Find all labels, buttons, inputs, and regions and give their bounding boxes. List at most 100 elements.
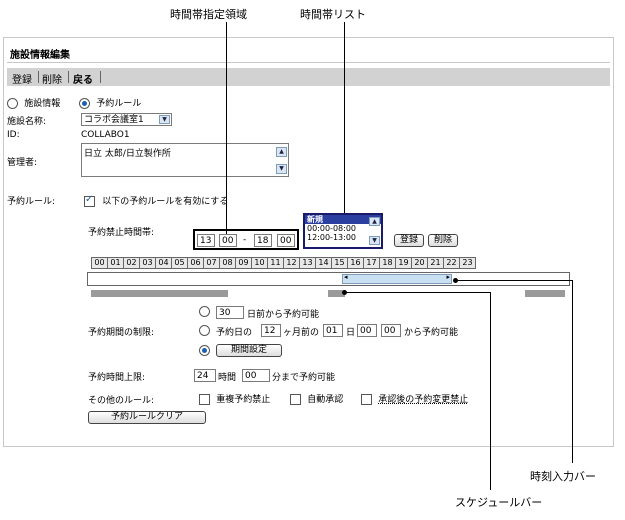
hour-cell: 16 bbox=[347, 257, 364, 269]
hour-cell: 08 bbox=[219, 257, 236, 269]
hour-cell: 20 bbox=[411, 257, 428, 269]
callout-line bbox=[344, 22, 345, 213]
callout-time-area: 時間帯指定領域 bbox=[170, 8, 247, 21]
period-prefix: 予約日の bbox=[216, 328, 253, 338]
facility-name-label: 施設名称: bbox=[7, 117, 47, 127]
enable-rule-checkbox-row[interactable]: 以下の予約ルールを有効にする bbox=[84, 194, 228, 207]
auto-approve-option[interactable]: 自動承認 bbox=[290, 392, 343, 405]
time-input-selection[interactable]: ◂ ▸ bbox=[342, 273, 452, 284]
back-link[interactable]: 戻る bbox=[73, 71, 93, 86]
upper-minutes-input[interactable]: 00 bbox=[242, 369, 270, 382]
id-label: ID: bbox=[7, 130, 20, 140]
period-month-input[interactable]: 12 bbox=[261, 324, 281, 337]
period-day-text: 日 bbox=[346, 328, 356, 338]
toolbar-separator bbox=[38, 71, 39, 83]
hour-cell: 22 bbox=[443, 257, 460, 269]
auto-approve-checkbox[interactable] bbox=[290, 393, 301, 405]
delete-link[interactable]: 削除 bbox=[42, 71, 62, 86]
hour-cell: 04 bbox=[155, 257, 172, 269]
dup-ban-checkbox[interactable] bbox=[199, 393, 210, 405]
blocked-segment bbox=[525, 290, 565, 297]
hour-cell: 10 bbox=[251, 257, 268, 269]
time-input-bar[interactable]: ◂ ▸ bbox=[87, 272, 570, 286]
callout-line bbox=[344, 292, 490, 293]
period-setting-row bbox=[199, 345, 210, 357]
change-ban-checkbox[interactable] bbox=[361, 393, 372, 405]
scroll-up-icon[interactable]: ▲ bbox=[276, 147, 287, 157]
hour-cell: 19 bbox=[395, 257, 412, 269]
ban-time-label: 予約禁止時間帯: bbox=[88, 228, 155, 238]
period-hour-input[interactable]: 00 bbox=[357, 324, 377, 337]
upper-hours-input[interactable]: 24 bbox=[194, 369, 216, 382]
hour-cell: 23 bbox=[459, 257, 476, 269]
admin-label: 管理者: bbox=[7, 158, 38, 168]
tab-reservation-rule[interactable]: 予約ルール bbox=[79, 96, 141, 109]
callout-dot bbox=[342, 290, 347, 295]
period-month-text: ヶ月前の bbox=[283, 328, 320, 338]
hour-cell: 06 bbox=[187, 257, 204, 269]
chevron-down-icon[interactable]: ▼ bbox=[159, 115, 170, 124]
time-to-hour-input[interactable]: 18 bbox=[254, 234, 272, 247]
period-days-radio[interactable] bbox=[199, 306, 210, 317]
period-minute-input[interactable]: 00 bbox=[381, 324, 401, 337]
callout-line bbox=[226, 22, 227, 234]
time-to-minute-input[interactable]: 00 bbox=[277, 234, 295, 247]
hour-cell: 02 bbox=[123, 257, 140, 269]
period-setting-radio[interactable] bbox=[199, 345, 210, 356]
callout-time-input-bar: 時刻入力バー bbox=[530, 470, 596, 483]
period-days-input[interactable]: 30 bbox=[216, 306, 244, 319]
admin-textarea[interactable]: 日立 太郎/日立製作所 ▲ ▼ bbox=[81, 143, 289, 177]
scroll-down-icon[interactable]: ▼ bbox=[369, 236, 380, 245]
right-handle-icon[interactable]: ▸ bbox=[446, 273, 450, 281]
facility-name-value: コラボ会議室1 bbox=[84, 115, 144, 125]
period-date-radio[interactable] bbox=[199, 325, 210, 336]
hour-cell: 05 bbox=[171, 257, 188, 269]
reservation-rule-radio[interactable] bbox=[79, 97, 90, 109]
time-separator: - bbox=[243, 235, 247, 245]
enable-rule-text: 以下の予約ルールを有効にする bbox=[102, 197, 229, 207]
change-ban-text: 承認後の予約変更禁止 bbox=[378, 395, 469, 405]
period-label: 予約期間の制限: bbox=[88, 328, 155, 338]
period-setting-button[interactable]: 期間設定 bbox=[216, 344, 282, 357]
hour-cell: 14 bbox=[315, 257, 332, 269]
callout-line bbox=[490, 292, 491, 490]
slot-register-button[interactable]: 登録 bbox=[394, 234, 424, 247]
dup-ban-option[interactable]: 重複予約禁止 bbox=[199, 392, 270, 405]
callout-line bbox=[572, 280, 573, 463]
time-slot-list[interactable]: 新規 00:00-08:00 12:00-13:00 ▲ ▼ bbox=[303, 213, 383, 249]
scroll-down-icon[interactable]: ▼ bbox=[276, 164, 287, 174]
other-rules-label: その他のルール: bbox=[88, 396, 155, 406]
facility-info-radio[interactable] bbox=[7, 97, 18, 109]
enable-rule-checkbox[interactable] bbox=[84, 194, 95, 207]
page-title: 施設情報編集 bbox=[10, 50, 70, 61]
callout-time-list: 時間帯リスト bbox=[300, 8, 366, 21]
hour-cell: 12 bbox=[283, 257, 300, 269]
period-day-input[interactable]: 01 bbox=[323, 324, 343, 337]
blocked-segment bbox=[91, 290, 228, 297]
hour-cell: 18 bbox=[379, 257, 396, 269]
left-handle-icon[interactable]: ◂ bbox=[344, 273, 348, 281]
clear-rules-button[interactable]: 予約ルールクリア bbox=[88, 411, 206, 424]
upper-limit-label: 予約時間上限: bbox=[88, 373, 146, 383]
scroll-up-icon[interactable]: ▲ bbox=[369, 217, 380, 226]
dup-ban-text: 重複予約禁止 bbox=[216, 395, 271, 405]
facility-name-select[interactable]: コラボ会議室1 ▼ bbox=[81, 113, 172, 126]
register-link[interactable]: 登録 bbox=[12, 71, 32, 86]
time-from-minute-input[interactable]: 00 bbox=[219, 234, 237, 247]
time-from-hour-input[interactable]: 13 bbox=[197, 234, 215, 247]
reservation-rule-label: 予約ルール bbox=[96, 99, 142, 109]
tab-facility-info[interactable]: 施設情報 bbox=[7, 96, 60, 109]
admin-value: 日立 太郎/日立製作所 bbox=[84, 149, 171, 159]
toolbar-separator bbox=[100, 71, 101, 83]
callout-schedule-bar: スケジュールバー bbox=[455, 496, 543, 509]
title-divider bbox=[7, 62, 610, 63]
slot-delete-button[interactable]: 削除 bbox=[428, 234, 458, 247]
change-ban-option[interactable]: 承認後の予約変更禁止 bbox=[361, 392, 468, 405]
upper-hours-text: 時間 bbox=[218, 373, 237, 383]
hour-cell: 17 bbox=[363, 257, 380, 269]
id-value: COLLABO1 bbox=[81, 130, 130, 140]
hour-cell: 09 bbox=[235, 257, 252, 269]
toolbar: 登録 削除 戻る bbox=[7, 68, 610, 86]
hour-cell: 15 bbox=[331, 257, 348, 269]
hour-cell: 13 bbox=[299, 257, 316, 269]
